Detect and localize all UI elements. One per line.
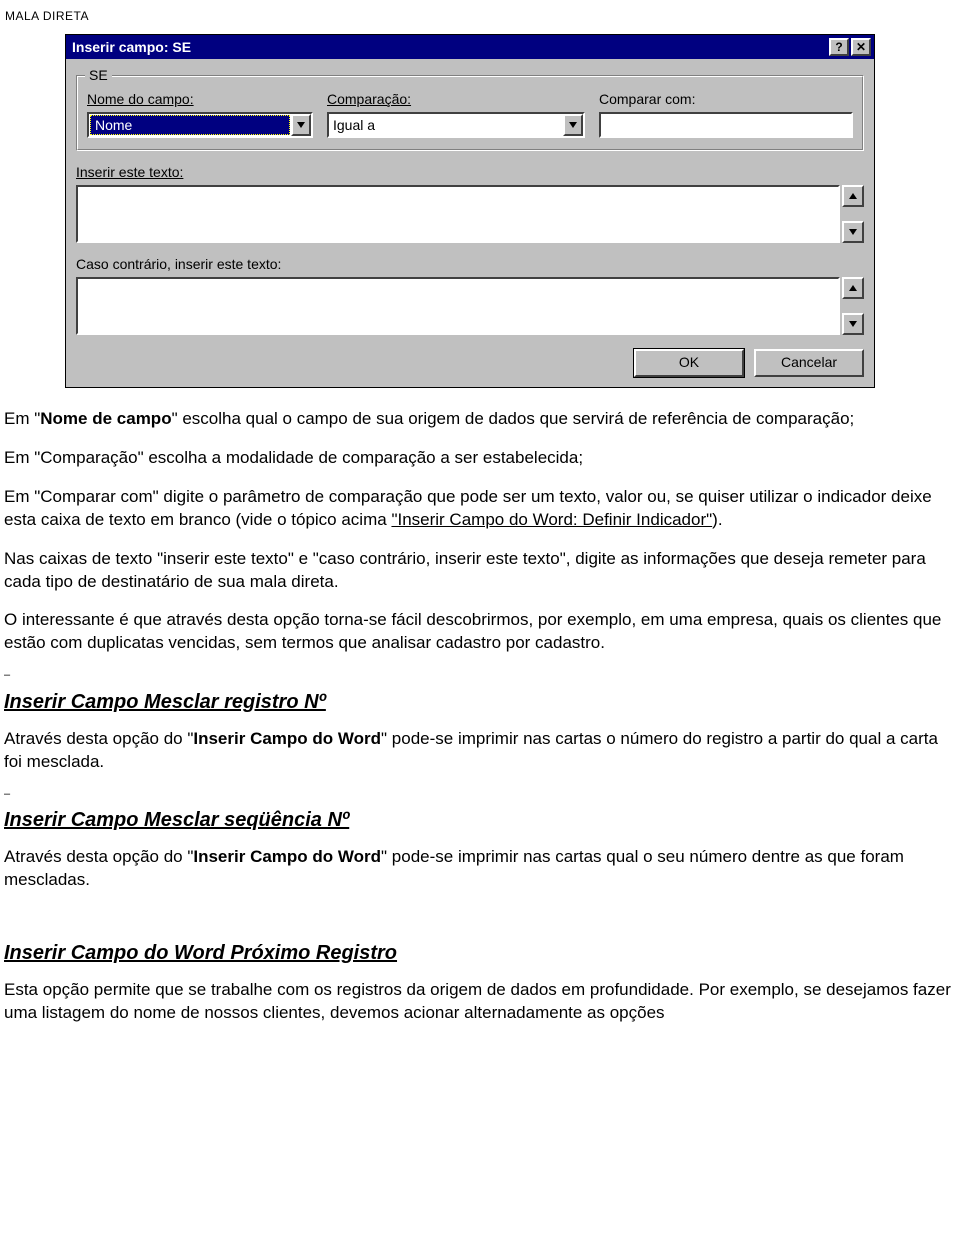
heading-mesclar-registro: Inserir Campo Mesclar registro Nº: [4, 689, 956, 716]
paragraph-mesclar-sequencia: Através desta opção do "Inserir Campo do…: [4, 846, 956, 892]
compare-with-field[interactable]: [601, 114, 851, 136]
paragraph-caixas-texto: Nas caixas de texto "inserir este texto"…: [4, 548, 956, 594]
otherwise-scroll: [842, 277, 864, 335]
groupbox-se: SE Nome do campo: Nome Comparação: Igual…: [76, 75, 864, 151]
comparison-value: Igual a: [329, 114, 563, 136]
paragraph-comparacao: Em "Comparação" escolha a modalidade de …: [4, 447, 956, 470]
paragraph-mesclar-registro: Através desta opção do "Inserir Campo do…: [4, 728, 956, 774]
paragraph-proximo-registro: Esta opção permite que se trabalhe com o…: [4, 979, 956, 1025]
help-button[interactable]: ?: [829, 38, 849, 56]
compare-with-input[interactable]: [599, 112, 853, 138]
comparison-combo[interactable]: Igual a: [327, 112, 585, 138]
paragraph-interessante: O interessante é que através desta opção…: [4, 609, 956, 655]
otherwise-scroll-up[interactable]: [842, 277, 864, 299]
insert-text-scroll: [842, 185, 864, 243]
otherwise-label: Caso contrário, inserir este texto:: [76, 255, 864, 274]
titlebar: Inserir campo: SE ? ✕: [66, 35, 874, 59]
field-name-value: Nome: [90, 115, 290, 135]
heading-mesclar-sequencia: Inserir Campo Mesclar seqüência Nº: [4, 807, 956, 834]
section-marker: –: [4, 792, 956, 798]
ok-button[interactable]: OK: [634, 349, 744, 377]
comparison-label: Comparação:: [327, 90, 585, 109]
field-name-combo[interactable]: Nome: [87, 112, 313, 138]
field-name-dropdown-icon[interactable]: [291, 114, 311, 136]
otherwise-textarea[interactable]: [76, 277, 840, 335]
field-name-label: Nome do campo:: [87, 90, 313, 109]
close-button[interactable]: ✕: [851, 38, 871, 56]
compare-with-label: Comparar com:: [599, 90, 853, 109]
dialog-body: SE Nome do campo: Nome Comparação: Igual…: [66, 59, 874, 387]
paragraph-nome-campo: Em "Nome de campo" escolha qual o campo …: [4, 408, 956, 431]
groupbox-label: SE: [85, 66, 112, 85]
document-body: Em "Nome de campo" escolha qual o campo …: [0, 408, 960, 1061]
section-marker: –: [4, 673, 956, 679]
insert-text-label: Inserir este texto:: [76, 163, 864, 182]
dialog-inserir-campo-se: Inserir campo: SE ? ✕ SE Nome do campo: …: [65, 34, 875, 388]
insert-text-scroll-up[interactable]: [842, 185, 864, 207]
insert-text-textarea[interactable]: [76, 185, 840, 243]
otherwise-scroll-down[interactable]: [842, 313, 864, 335]
insert-text-scroll-down[interactable]: [842, 221, 864, 243]
heading-proximo-registro: Inserir Campo do Word Próximo Registro: [4, 940, 956, 967]
page-header: MALA DIRETA: [0, 0, 960, 30]
comparison-dropdown-icon[interactable]: [563, 114, 583, 136]
dialog-title: Inserir campo: SE: [72, 38, 827, 57]
cancel-button[interactable]: Cancelar: [754, 349, 864, 377]
paragraph-comparar-com: Em "Comparar com" digite o parâmetro de …: [4, 486, 956, 532]
